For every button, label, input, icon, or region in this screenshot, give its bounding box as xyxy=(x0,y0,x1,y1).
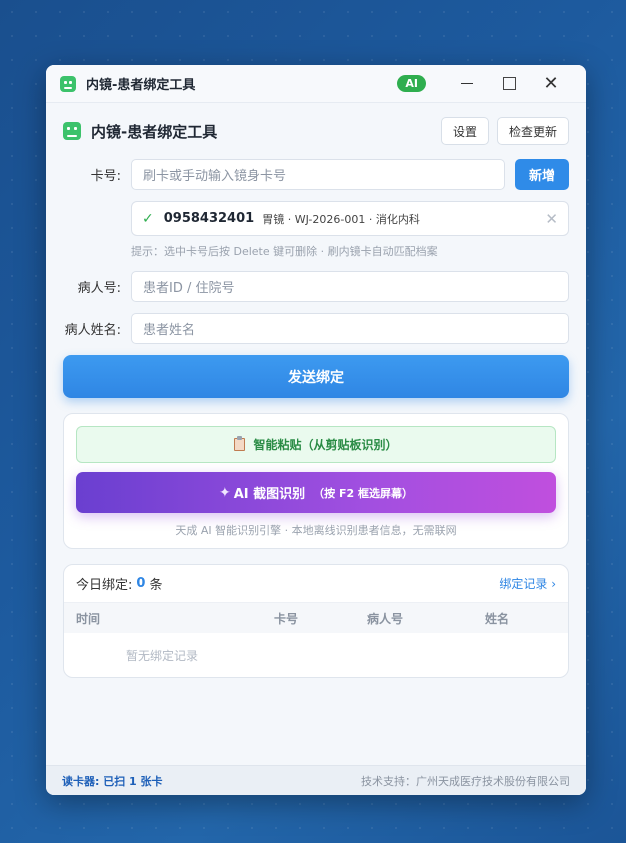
card-description: 胃镜 · WJ-2026-001 · 消化内科 xyxy=(262,212,420,226)
support-text: 技术支持：广州天成医疗技术股份有限公司 xyxy=(361,774,570,788)
main-content: 内镜-患者绑定工具 设置 检查更新 卡号: 刷卡或手动输入镜身卡号 新增 ✓ 0… xyxy=(46,103,586,755)
engine-note: 天成 AI 智能识别引擎 · 本地离线识别患者信息，无需联网 xyxy=(175,524,457,537)
add-card-button[interactable]: 新增 xyxy=(514,159,569,190)
smart-paste-label: 智能粘贴（从剪贴板识别） xyxy=(253,438,398,452)
records-title-prefix: 今日绑定: xyxy=(76,578,133,593)
minimize-icon xyxy=(461,83,473,84)
records-link[interactable]: 绑定记录 › xyxy=(499,575,556,592)
selected-card-item[interactable]: ✓ 0958432401 胃镜 · WJ-2026-001 · 消化内科 ✕ xyxy=(131,201,569,236)
page-title: 内镜-患者绑定工具 xyxy=(91,122,218,141)
patient-name-label: 病人姓名: xyxy=(64,323,121,338)
header: 内镜-患者绑定工具 设置 检查更新 xyxy=(63,117,569,145)
card-input[interactable]: 刷卡或手动输入镜身卡号 xyxy=(131,159,505,190)
records-title-suffix: 条 xyxy=(149,578,163,593)
title-bar[interactable]: 内镜-患者绑定工具 AI ✕ xyxy=(46,65,586,103)
card-row: 卡号: 刷卡或手动输入镜身卡号 新增 xyxy=(63,159,569,190)
close-button[interactable]: ✕ xyxy=(530,65,572,103)
column-patient-id: 病人号 xyxy=(367,611,404,626)
robot-icon xyxy=(60,75,76,92)
ai-capture-label: AI 截图识别 xyxy=(233,487,306,502)
settings-button[interactable]: 设置 xyxy=(440,117,489,145)
reader-status: 读卡器: 已扫 1 张卡 xyxy=(62,774,163,788)
remove-card-icon[interactable]: ✕ xyxy=(545,210,558,228)
window-title: 内镜-患者绑定工具 xyxy=(86,78,196,93)
robot-icon xyxy=(63,122,81,140)
table-header: 时间 卡号 病人号 姓名 xyxy=(64,603,568,633)
smart-paste-button[interactable]: 智能粘贴（从剪贴板识别） xyxy=(76,426,556,463)
sparkle-icon: ✦ xyxy=(219,484,231,501)
patient-id-input[interactable]: 患者ID / 住院号 xyxy=(131,271,569,302)
close-icon: ✕ xyxy=(543,72,559,94)
column-name: 姓名 xyxy=(485,611,510,626)
patient-id-row: 病人号: 患者ID / 住院号 xyxy=(63,271,569,302)
minimize-button[interactable] xyxy=(446,65,488,103)
records-header: 今日绑定: 0 条 绑定记录 › xyxy=(64,565,568,603)
patient-name-input[interactable]: 患者姓名 xyxy=(131,313,569,344)
card-label: 卡号: xyxy=(90,169,121,184)
records-panel: 今日绑定: 0 条 绑定记录 › 时间 卡号 病人号 姓名 暂无绑定记录 xyxy=(63,564,569,678)
empty-records: 暂无绑定记录 xyxy=(126,648,199,663)
maximize-icon xyxy=(502,77,516,90)
check-update-button[interactable]: 检查更新 xyxy=(496,117,569,145)
hint-text: 提示：选中卡号后按 Delete 键可删除 · 刷内镜卡自动匹配档案 xyxy=(131,245,438,258)
send-bind-button[interactable]: 发送绑定 xyxy=(63,355,569,398)
patient-name-row: 病人姓名: 患者姓名 xyxy=(63,313,569,344)
clipboard-icon xyxy=(234,436,246,451)
card-number: 0958432401 xyxy=(163,211,255,226)
ai-panel: 智能粘贴（从剪贴板识别） ✦ AI 截图识别 （按 F2 框选屏幕） 天成 AI… xyxy=(63,413,569,549)
ai-capture-sub: （按 F2 框选屏幕） xyxy=(313,486,413,500)
ai-badge: AI xyxy=(397,75,426,92)
column-card: 卡号 xyxy=(274,611,299,626)
ai-capture-button[interactable]: ✦ AI 截图识别 （按 F2 框选屏幕） xyxy=(76,472,556,513)
records-count: 0 xyxy=(136,576,146,591)
check-icon: ✓ xyxy=(142,210,154,227)
maximize-button[interactable] xyxy=(488,65,530,103)
status-bar: 读卡器: 已扫 1 张卡 技术支持：广州天成医疗技术股份有限公司 xyxy=(46,765,586,795)
app-window: 内镜-患者绑定工具 AI ✕ 内镜-患者绑定工具 设置 检查更新 卡号: 刷卡或… xyxy=(46,65,586,795)
patient-id-label: 病人号: xyxy=(77,281,121,296)
column-time: 时间 xyxy=(76,611,101,626)
